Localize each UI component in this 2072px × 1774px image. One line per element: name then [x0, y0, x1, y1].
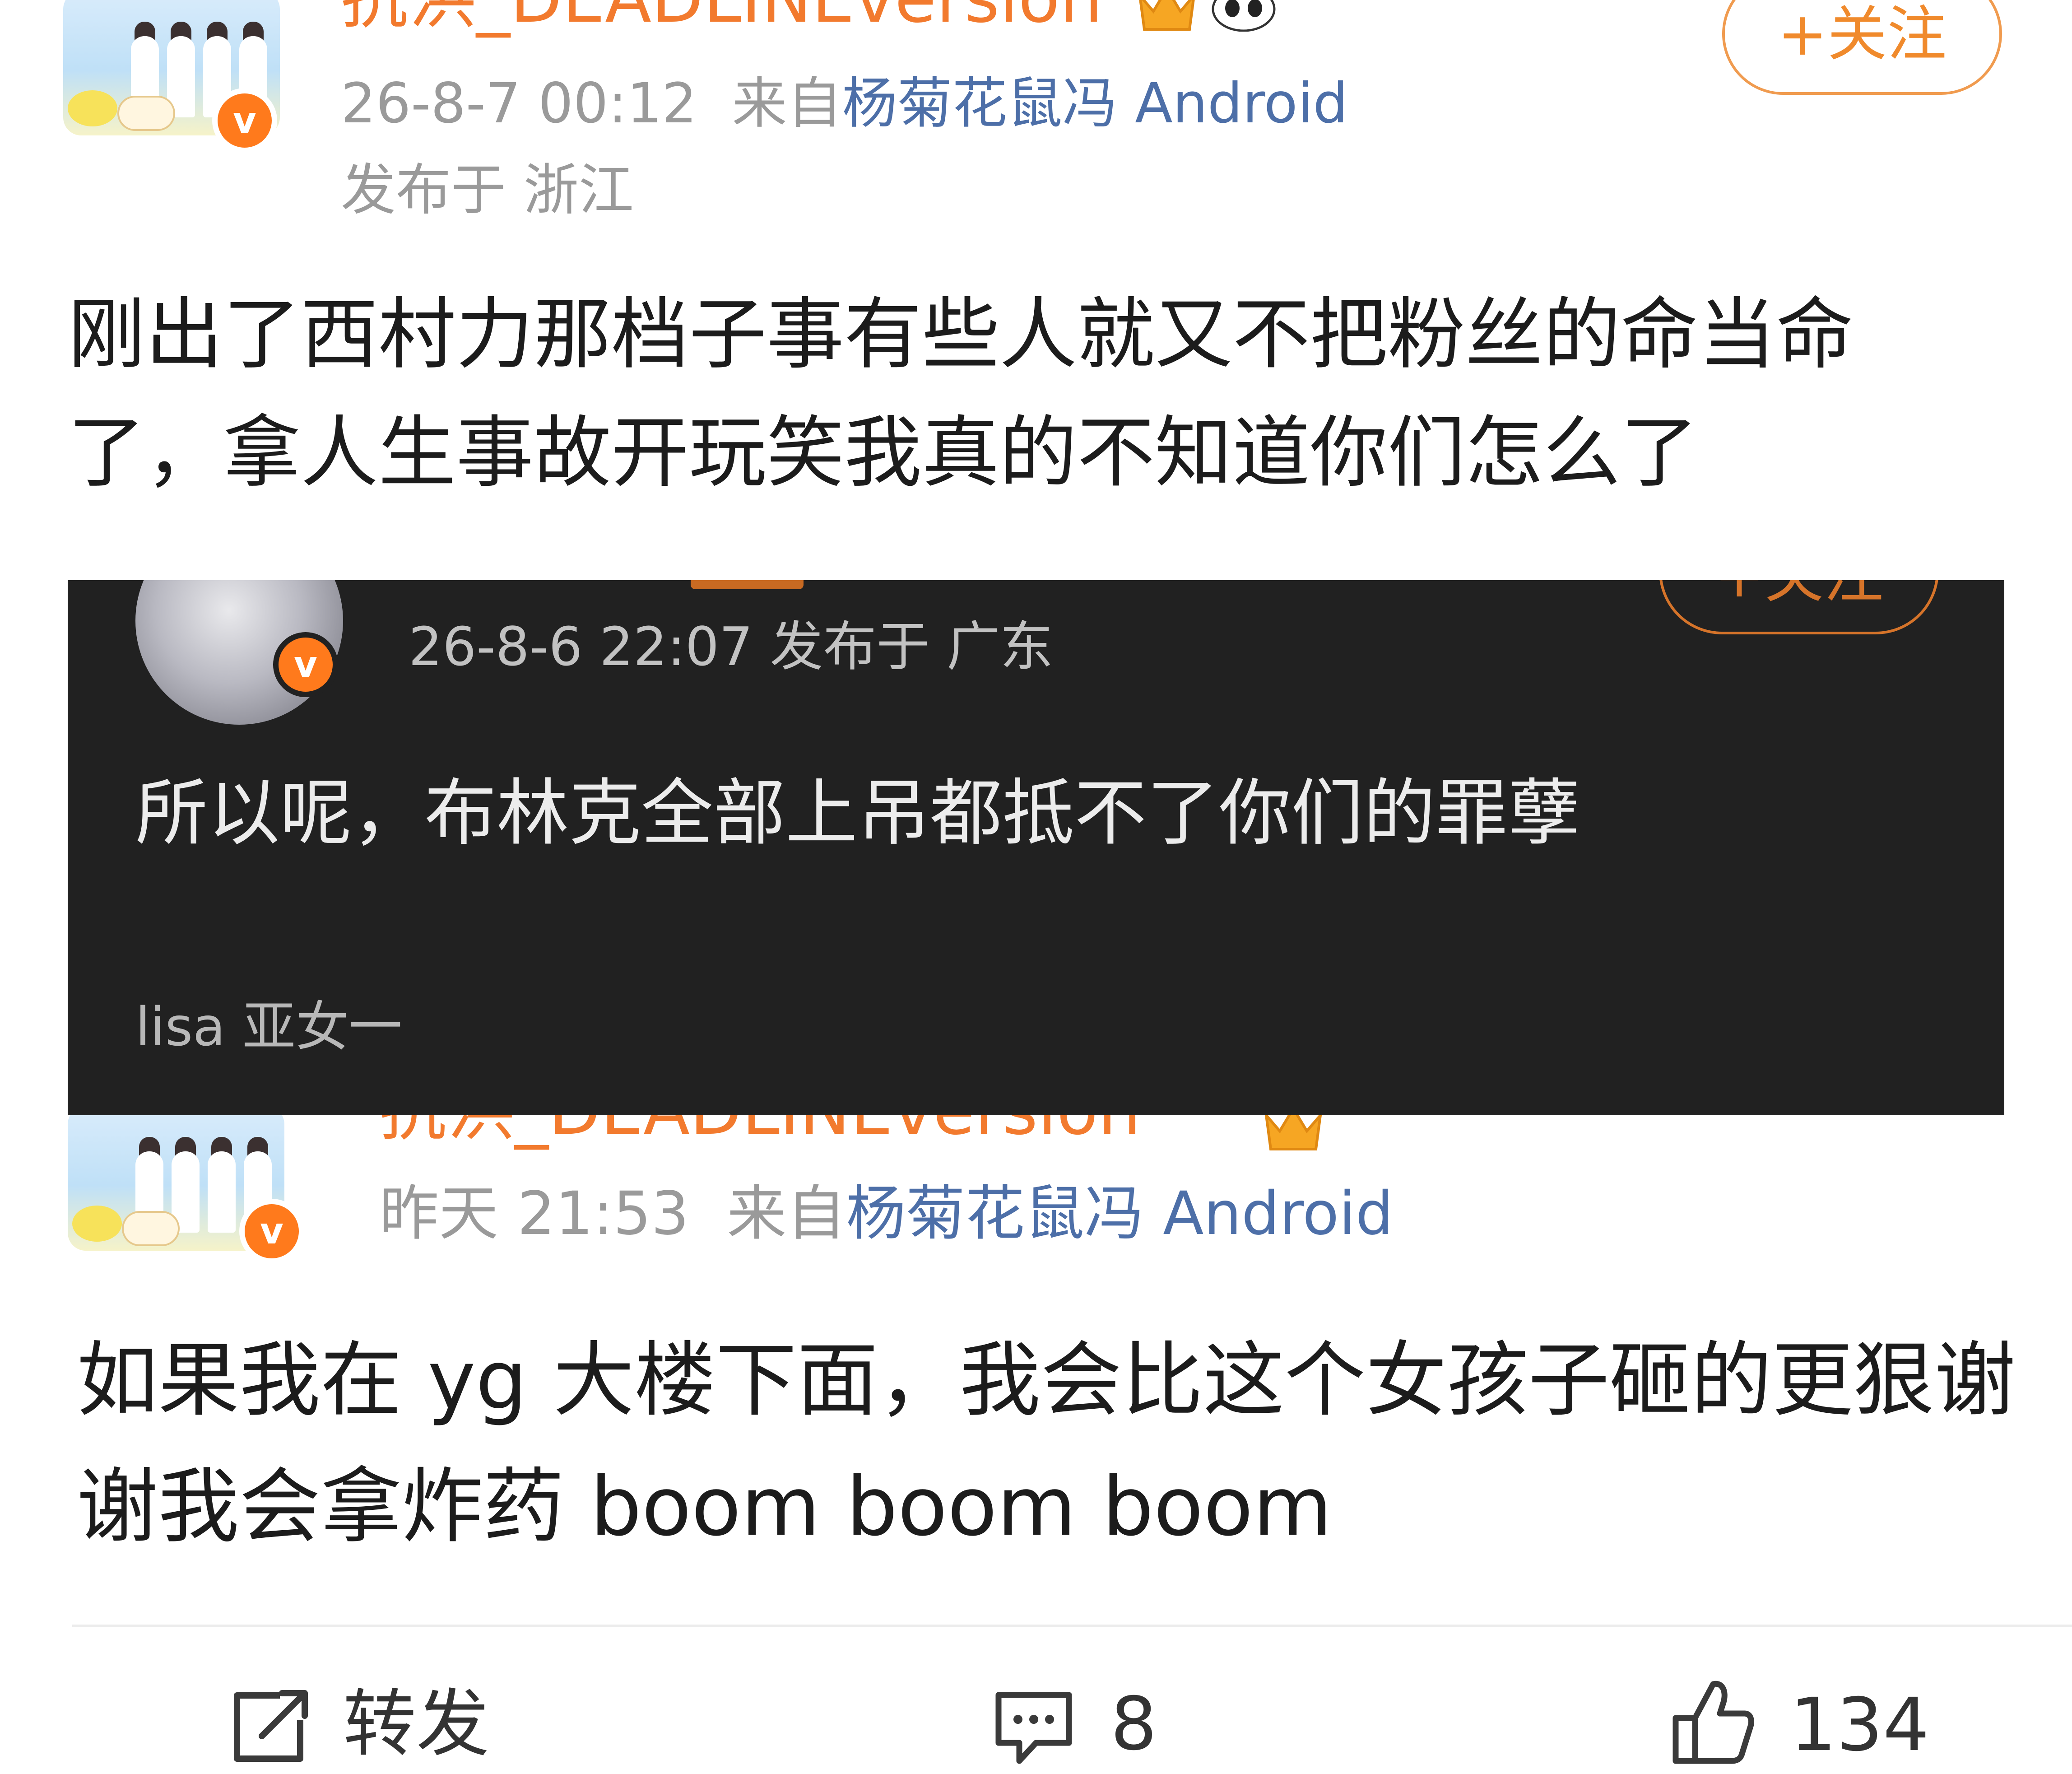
verified-badge-icon: v	[239, 1199, 304, 1264]
divider	[72, 1625, 2072, 1627]
post-body-line: 了，拿人生事故开玩笑我真的不知道你们怎么了	[68, 407, 1698, 498]
comment-count: 8	[1110, 1682, 1157, 1767]
like-count: 134	[1790, 1683, 1930, 1768]
comment-icon	[995, 1692, 1072, 1764]
quoted-screenshot: v +关注 26-8-6 22:07 发布于 广东 所以呢，布林克全部上吊都抵不…	[68, 580, 2004, 1115]
watermark: lisa 亚女一	[135, 996, 402, 1058]
follow-button[interactable]: +关注	[1722, 0, 2002, 95]
crown-icon	[1264, 1115, 1323, 1151]
post-body-line: 如果我在 yg 大楼下面，我会比这个女孩子砸的更狠谢	[77, 1333, 2016, 1428]
post-body-line: 刚出了西村力那档子事有些人就又不把粉丝的命当命	[68, 289, 1854, 380]
quoted-username-fragment	[691, 580, 804, 589]
username[interactable]: 抗洪_DEADLINEversion	[341, 0, 1103, 33]
post-time: 昨天 21:53	[379, 1179, 689, 1248]
quoted-meta: 26-8-6 22:07 发布于 广东	[409, 615, 1054, 678]
source-app-link[interactable]: 杨菊花鼠冯 Android	[842, 71, 1347, 135]
post-meta: 昨天 21:53 来自杨菊花鼠冯 Android	[379, 1184, 1394, 1243]
source-prefix: 来自	[732, 71, 842, 135]
crown-icon	[1138, 0, 1196, 32]
post-location: 发布于 浙江	[341, 158, 634, 222]
like-button[interactable]: 134	[1666, 1673, 2027, 1770]
repost-label: 转发	[343, 1682, 489, 1767]
verified-badge-icon: v	[273, 632, 338, 697]
post-meta: 26-8-7 00:12 来自杨菊花鼠冯 Android	[341, 76, 1348, 131]
quoted-body: 所以呢，布林克全部上吊都抵不了你们的罪孽	[135, 771, 1580, 855]
source-prefix: 来自	[727, 1179, 846, 1248]
repost-icon	[234, 1690, 308, 1762]
username[interactable]: 抗洪_DEADLINEversion	[379, 1115, 1141, 1145]
source-app-link[interactable]: 杨菊花鼠冯 Android	[846, 1179, 1393, 1248]
verified-badge-icon: v	[212, 88, 277, 153]
quoted-follow-button: +关注	[1659, 580, 1939, 634]
like-icon	[1672, 1681, 1754, 1764]
panda-icon	[1210, 0, 1278, 32]
comment-button[interactable]: 8	[989, 1680, 1305, 1770]
post-time: 26-8-7 00:12	[341, 71, 697, 135]
post-body-line: 谢我会拿炸药 boom boom boom	[77, 1460, 1333, 1554]
repost-button[interactable]: 转发	[226, 1680, 677, 1770]
username-clip: 抗洪_DEADLINEversion	[379, 1115, 1372, 1151]
